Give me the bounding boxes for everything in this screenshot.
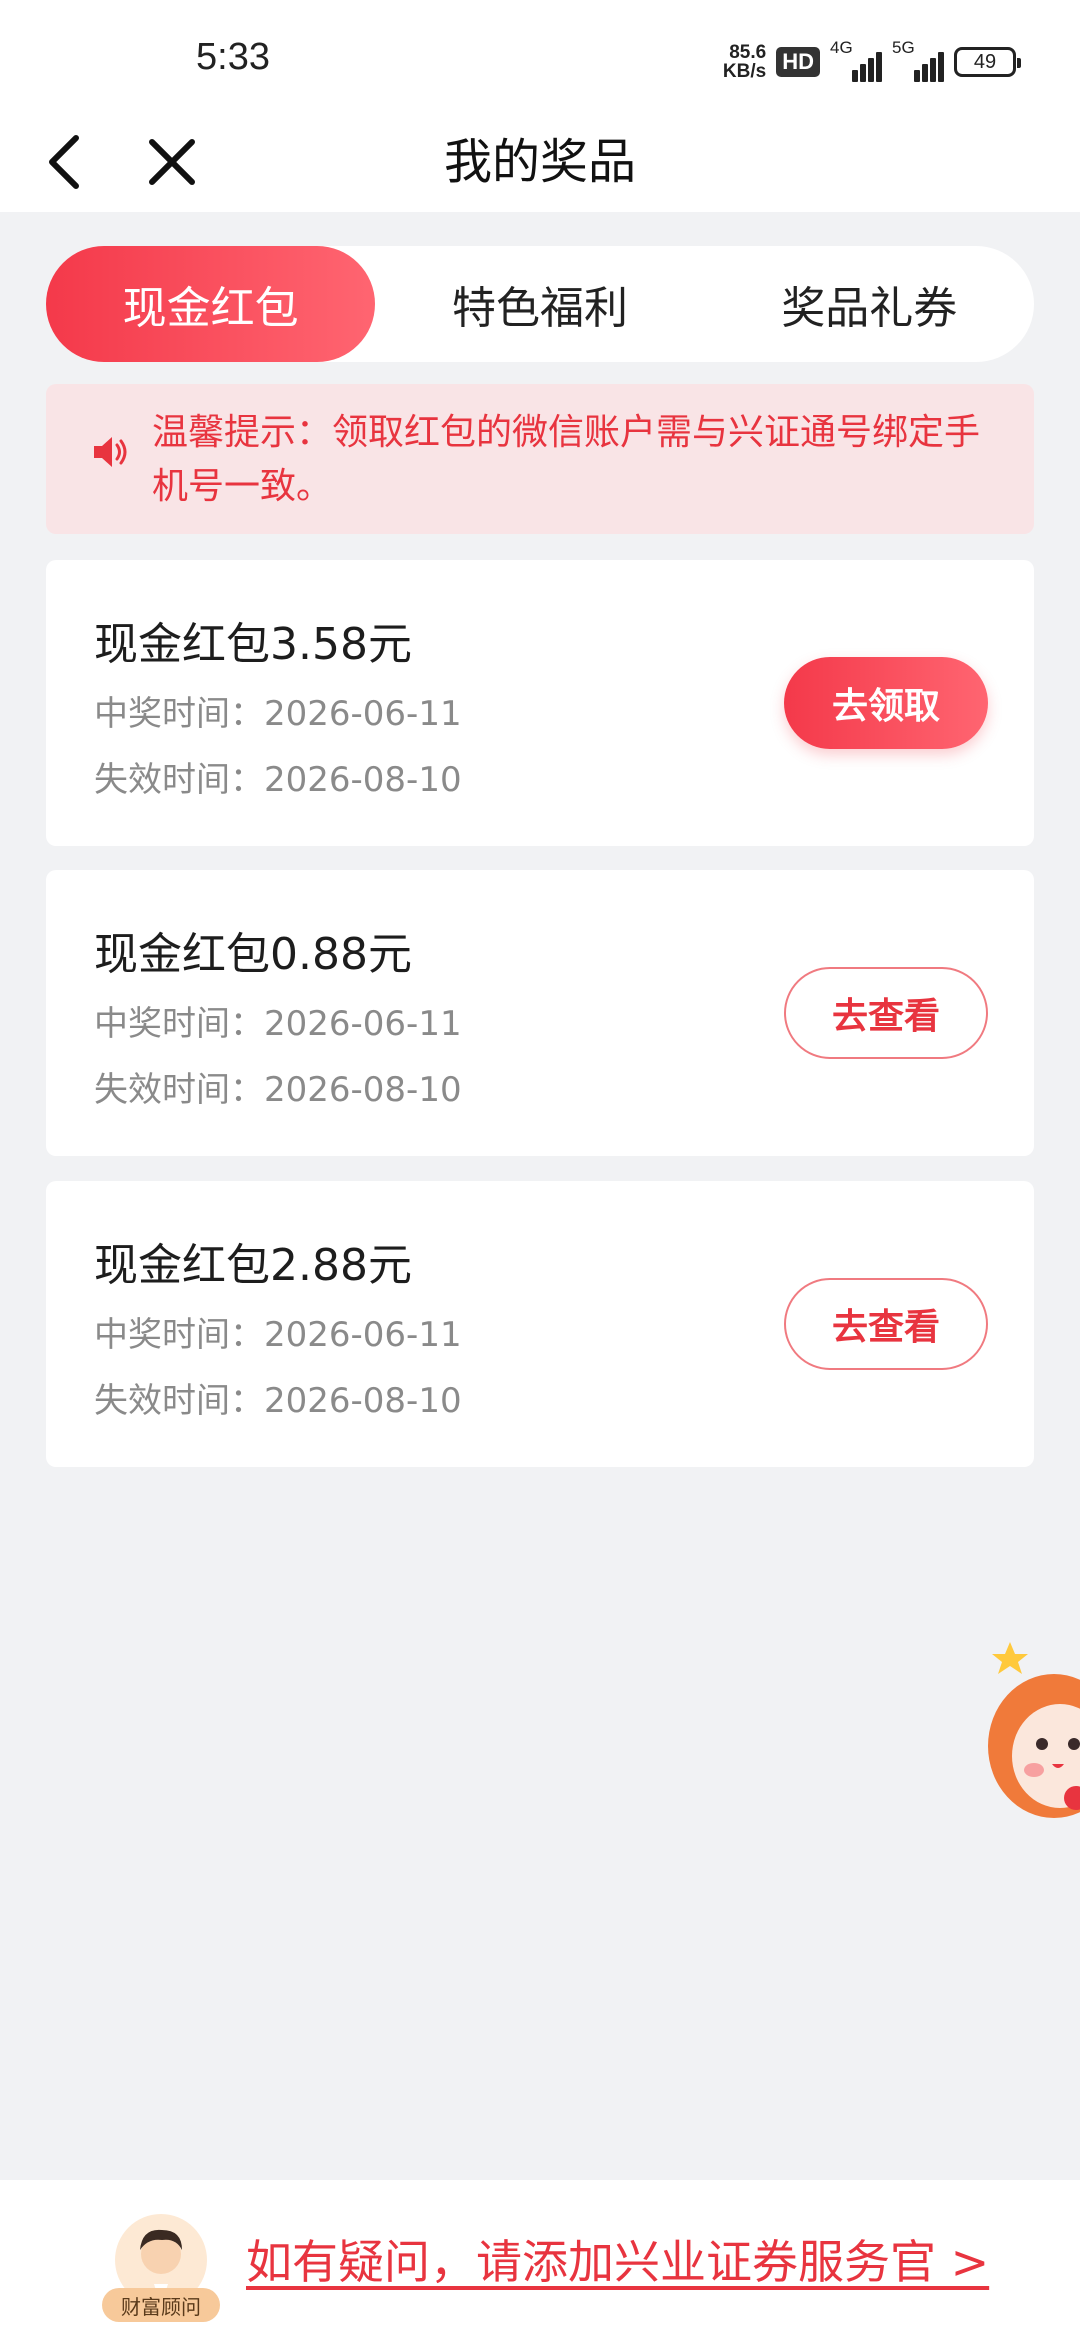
status-time: 5:33 [196, 36, 270, 78]
signal-4g-label: 4G [830, 38, 853, 57]
battery-level: 49 [973, 50, 997, 73]
speaker-icon [94, 437, 127, 467]
signal-5g-label: 5G [892, 38, 915, 57]
tab-cash-red-packet[interactable]: 现金红包 [46, 246, 376, 362]
signal-5g-icon: 5G [892, 38, 944, 82]
tab-special-benefits[interactable]: 特色福利 [375, 246, 704, 362]
page-title: 我的奖品 [443, 134, 636, 190]
mascot-float-button[interactable] [982, 1636, 1080, 1826]
prize-title: 现金红包3.58元 [94, 619, 412, 670]
prize-title: 现金红包0.88元 [94, 929, 412, 980]
tab-prize-coupons[interactable]: 奖品礼券 [705, 246, 1034, 362]
claim-button[interactable]: 去领取 [784, 657, 988, 749]
status-icons: 85.6 KB/s HD 4G 5G 49 [723, 38, 1021, 86]
network-speed-unit: KB/s [722, 61, 767, 82]
status-bar: 5:33 85.6 KB/s HD 4G 5G 49 [0, 0, 1080, 112]
nav-bar: 我的奖品 [0, 112, 1080, 212]
prize-card: 现金红包0.88元 中奖时间：2026-06-11 失效时间：2026-08-1… [46, 870, 1034, 1156]
prize-win-time: 中奖时间：2026-06-11 [94, 1004, 462, 1044]
prize-card: 现金红包2.88元 中奖时间：2026-06-11 失效时间：2026-08-1… [46, 1181, 1034, 1467]
notice-banner: 温馨提示：领取红包的微信账户需与兴证通号绑定手机号一致。 [46, 384, 1034, 534]
prize-win-time: 中奖时间：2026-06-11 [94, 694, 462, 734]
network-speed: 85.6 KB/s [723, 43, 766, 81]
prize-title: 现金红包2.88元 [94, 1240, 412, 1291]
view-button[interactable]: 去查看 [784, 1278, 988, 1370]
battery-icon: 49 [954, 47, 1021, 77]
network-speed-value: 85.6 [729, 42, 767, 63]
notice-text: 温馨提示：领取红包的微信账户需与兴证通号绑定手机号一致。 [152, 412, 981, 507]
advisor-tag: 财富顾问 [102, 2288, 220, 2322]
prize-card: 现金红包3.58元 中奖时间：2026-06-11 失效时间：2026-08-1… [46, 560, 1034, 846]
prize-expire-time: 失效时间：2026-08-10 [94, 1381, 462, 1421]
view-button[interactable]: 去查看 [784, 967, 988, 1059]
bottom-help-bar: 财富顾问 如有疑问，请添加兴业证券服务官 > [0, 2180, 1080, 2340]
prize-expire-time: 失效时间：2026-08-10 [94, 1070, 462, 1110]
prize-tabs: 现金红包 特色福利 奖品礼券 [46, 246, 1034, 362]
signal-4g-icon: 4G [830, 38, 882, 82]
prize-win-time: 中奖时间：2026-06-11 [94, 1315, 462, 1355]
prize-expire-time: 失效时间：2026-08-10 [94, 760, 462, 800]
advisor-avatar[interactable]: 财富顾问 [102, 2210, 220, 2322]
hd-badge: HD [776, 47, 820, 77]
service-officer-link[interactable]: 如有疑问，请添加兴业证券服务官 > [246, 2226, 989, 2292]
